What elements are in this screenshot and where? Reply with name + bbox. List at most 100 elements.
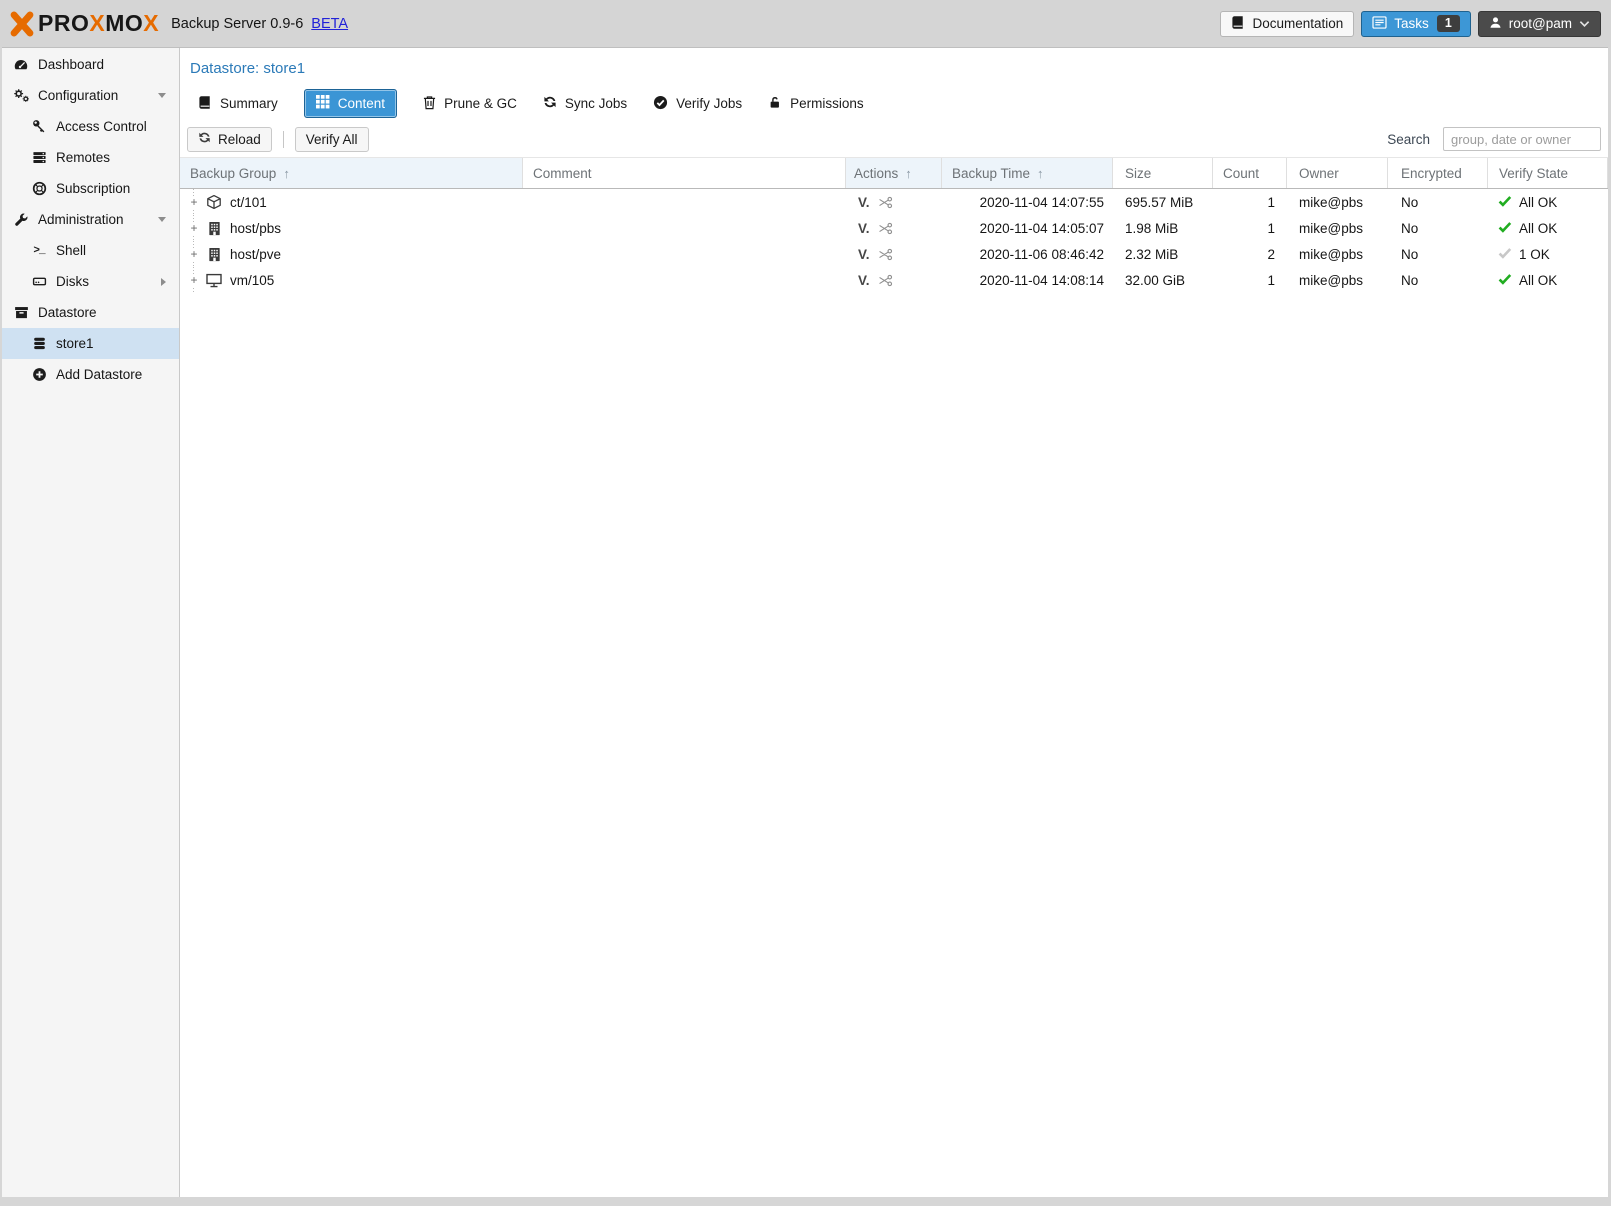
expand-icon[interactable]: +: [188, 189, 200, 215]
column-header-verify-state[interactable]: Verify State: [1488, 158, 1608, 188]
task-list-icon: [1372, 16, 1387, 32]
sidebar-item-remotes[interactable]: Remotes: [2, 142, 179, 173]
sidebar-item-disks[interactable]: Disks: [2, 266, 179, 297]
backup-group-name: ct/101: [230, 195, 267, 210]
verify-action[interactable]: V.: [858, 221, 870, 236]
sidebar-item-datastore[interactable]: Datastore: [2, 297, 179, 328]
proxmox-x-logo-icon: [8, 11, 36, 37]
owner-cell: mike@pbs: [1287, 241, 1388, 267]
tab-summary[interactable]: Summary: [198, 95, 278, 113]
prune-scissors-icon[interactable]: [878, 248, 893, 261]
count-cell: 1: [1213, 189, 1287, 215]
sidebar-item-access-control[interactable]: Access Control: [2, 111, 179, 142]
table-row[interactable]: + host/pbs V. 2020-11-04 14:05:07 1.98 M…: [180, 215, 1608, 241]
table-row[interactable]: + vm/105 V. 2020-11-04 14:08:14 32.00 Gi…: [180, 267, 1608, 293]
proxmox-wordmark: PROXMOX: [38, 12, 159, 35]
verify-state-cell: 1 OK: [1488, 241, 1608, 267]
comment-cell: [523, 189, 846, 215]
backup-time-cell: 2020-11-04 14:05:07: [942, 215, 1113, 241]
tab-verify-jobs[interactable]: Verify Jobs: [653, 95, 742, 113]
size-cell: 32.00 GiB: [1113, 267, 1213, 293]
table-row[interactable]: + host/pve V. 2020-11-06 08:46:42 2.32 M…: [180, 241, 1608, 267]
column-label: Comment: [533, 166, 592, 181]
content-table: Backup Group ↑ Comment Actions ↑ Backup …: [180, 157, 1608, 293]
sidebar-item-dashboard[interactable]: Dashboard: [2, 49, 179, 80]
unlock-icon: [768, 95, 782, 113]
column-header-actions[interactable]: Actions ↑: [846, 158, 942, 188]
database-icon: [30, 336, 48, 352]
tab-label: Permissions: [790, 96, 864, 111]
vm-monitor-icon: [205, 273, 223, 288]
toolbar: Reload Verify All Search: [180, 125, 1608, 153]
verify-action[interactable]: V.: [858, 273, 870, 288]
user-menu-button[interactable]: root@pam: [1478, 11, 1601, 37]
prune-scissors-icon[interactable]: [878, 196, 893, 209]
count-cell: 1: [1213, 267, 1287, 293]
sort-asc-icon: ↑: [905, 166, 912, 181]
tasks-count-badge: 1: [1437, 15, 1460, 33]
wrench-icon: [12, 212, 30, 228]
tab-sync-jobs[interactable]: Sync Jobs: [543, 95, 627, 112]
column-label: Verify State: [1499, 166, 1568, 181]
column-label: Owner: [1299, 166, 1339, 181]
terminal-icon: >_: [30, 243, 48, 259]
beta-link[interactable]: BETA: [311, 16, 348, 32]
check-ok-icon: [1498, 194, 1512, 211]
caret-down-icon: [158, 217, 166, 222]
tasks-button[interactable]: Tasks 1: [1361, 11, 1470, 37]
column-header-size[interactable]: Size: [1113, 158, 1213, 188]
encrypted-cell: No: [1388, 267, 1488, 293]
hdd-icon: [30, 274, 48, 290]
column-header-encrypted[interactable]: Encrypted: [1388, 158, 1488, 188]
column-header-backup-time[interactable]: Backup Time ↑: [942, 158, 1113, 188]
life-ring-icon: [30, 181, 48, 197]
backup-group-name: vm/105: [230, 273, 274, 288]
top-actions: Documentation Tasks 1 root@pam: [1220, 11, 1605, 37]
reload-button[interactable]: Reload: [187, 127, 272, 152]
sidebar-item-shell[interactable]: >_ Shell: [2, 235, 179, 266]
container-cube-icon: [205, 194, 223, 210]
top-bar: PROXMOX Backup Server 0.9-6 BETA Documen…: [0, 0, 1611, 47]
tab-content[interactable]: Content: [304, 89, 397, 118]
dashboard-gauge-icon: [12, 57, 30, 73]
prune-scissors-icon[interactable]: [878, 222, 893, 235]
check-circle-icon: [653, 95, 668, 113]
backup-time-cell: 2020-11-04 14:07:55: [942, 189, 1113, 215]
sidebar-item-add-datastore[interactable]: Add Datastore: [2, 359, 179, 390]
gears-icon: [12, 88, 30, 104]
column-header-backup-group[interactable]: Backup Group ↑: [180, 158, 523, 188]
search-input[interactable]: [1443, 127, 1601, 151]
backup-group-name: host/pbs: [230, 221, 281, 236]
column-header-comment[interactable]: Comment: [523, 158, 846, 188]
column-header-count[interactable]: Count: [1213, 158, 1287, 188]
documentation-button[interactable]: Documentation: [1220, 11, 1354, 37]
grid-icon: [316, 95, 330, 112]
trash-icon: [423, 95, 436, 113]
verify-action[interactable]: V.: [858, 247, 870, 262]
reload-label: Reload: [218, 132, 261, 147]
host-building-icon: [205, 247, 223, 262]
sidebar-item-configuration[interactable]: Configuration: [2, 80, 179, 111]
table-row[interactable]: + ct/101 V. 2020-11-04 14:07:55 695.57 M…: [180, 189, 1608, 215]
sidebar-item-label: Remotes: [56, 150, 110, 165]
expand-icon[interactable]: +: [188, 267, 200, 293]
column-label: Count: [1223, 166, 1259, 181]
prune-scissors-icon[interactable]: [878, 274, 893, 287]
search-group: Search: [1387, 127, 1601, 151]
expand-icon[interactable]: +: [188, 215, 200, 241]
caret-down-icon: [158, 93, 166, 98]
verify-action[interactable]: V.: [858, 195, 870, 210]
comment-cell: [523, 215, 846, 241]
toolbar-separator: [283, 131, 284, 148]
sidebar-item-label: Datastore: [38, 305, 97, 320]
expand-icon[interactable]: +: [188, 241, 200, 267]
sidebar-item-administration[interactable]: Administration: [2, 204, 179, 235]
sidebar-item-label: Subscription: [56, 181, 130, 196]
tab-prune-gc[interactable]: Prune & GC: [423, 95, 517, 113]
caret-right-icon: [161, 278, 166, 286]
sidebar-item-store1[interactable]: store1: [2, 328, 179, 359]
tab-permissions[interactable]: Permissions: [768, 95, 864, 113]
sidebar-item-subscription[interactable]: Subscription: [2, 173, 179, 204]
column-header-owner[interactable]: Owner: [1287, 158, 1388, 188]
verify-all-button[interactable]: Verify All: [295, 127, 369, 152]
